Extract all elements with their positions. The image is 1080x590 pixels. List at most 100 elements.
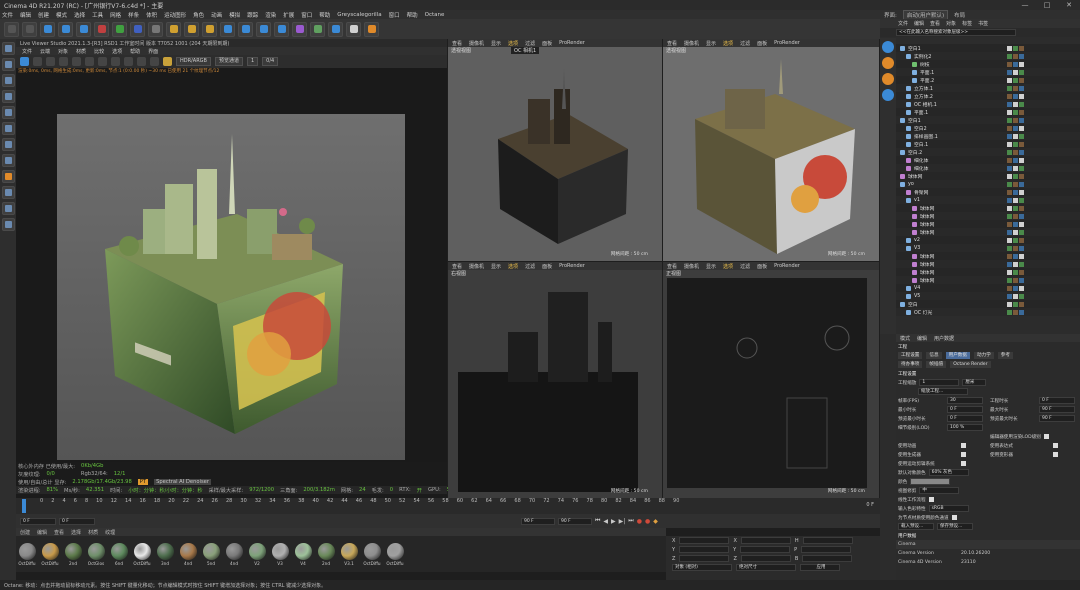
menu-item[interactable]: 窗口	[389, 11, 400, 19]
tag-icon[interactable]	[1007, 189, 1012, 195]
pen-icon[interactable]	[238, 21, 253, 37]
tag-icon[interactable]	[1013, 173, 1018, 179]
key-icon[interactable]: ◆	[653, 518, 658, 525]
tag-icon[interactable]	[1019, 117, 1024, 123]
axis-icon[interactable]	[1, 138, 15, 151]
tag-icon[interactable]	[1019, 45, 1024, 51]
material-swatch[interactable]: OctGlos	[87, 542, 105, 566]
tag-icon[interactable]	[1013, 237, 1018, 243]
viewport-menu-item[interactable]: 面板	[542, 40, 552, 47]
live-viewer-menu-item[interactable]: 材质	[76, 48, 86, 55]
attribute-tab[interactable]: 信息	[926, 352, 942, 359]
object-manager-tab[interactable]: 对象	[946, 20, 956, 27]
menu-item[interactable]: 运动图形	[164, 11, 186, 19]
tag-icon[interactable]	[1007, 205, 1012, 211]
tag-icon[interactable]	[1019, 61, 1024, 67]
object-manager-tab[interactable]: 标签	[962, 20, 972, 27]
material-swatch[interactable]: 3nd	[156, 542, 174, 566]
clay-icon[interactable]	[137, 57, 146, 66]
cube-icon[interactable]	[220, 21, 235, 37]
checkbox[interactable]	[961, 452, 966, 457]
play-icon[interactable]: ▶	[611, 518, 616, 525]
tag-icon[interactable]	[1013, 213, 1018, 219]
object-row[interactable]: 球体网	[896, 228, 1080, 236]
viewport-menu-item[interactable]: 过滤	[740, 263, 750, 270]
focus-icon[interactable]	[98, 57, 107, 66]
menu-item[interactable]: 样条	[128, 11, 139, 19]
subdivision-icon[interactable]	[256, 21, 271, 37]
object-row[interactable]: 球体网	[896, 204, 1080, 212]
live-viewer-menu-item[interactable]: 对象	[58, 48, 68, 55]
material-swatch[interactable]: OctDiffu	[363, 542, 381, 566]
layout-extra[interactable]: 布局	[954, 11, 965, 19]
workplane-icon[interactable]	[1, 186, 15, 199]
deformer-icon[interactable]	[292, 21, 307, 37]
object-row[interactable]: 球体网	[896, 268, 1080, 276]
tag-icon[interactable]	[1019, 53, 1024, 59]
coord-field[interactable]	[679, 537, 730, 544]
tag-icon[interactable]	[1007, 53, 1012, 59]
tag-icon[interactable]	[1013, 197, 1018, 203]
object-row[interactable]: 空白.2	[896, 148, 1080, 156]
tag-icon[interactable]	[1019, 141, 1024, 147]
view-clip-dropdown[interactable]: 中	[919, 487, 960, 494]
tag-icon[interactable]	[1007, 229, 1012, 235]
param-field[interactable]: 100 %	[947, 424, 983, 431]
object-row[interactable]: 空白	[896, 300, 1080, 308]
menu-item[interactable]: 网格	[110, 11, 121, 19]
viewport-menu-item[interactable]: 过滤	[525, 40, 535, 47]
coord-field[interactable]	[740, 555, 791, 562]
layout-dropdown[interactable]: 启动(用户默认)	[902, 9, 949, 20]
object-search-input[interactable]: <<在此输入名称搜索对象层级>>	[896, 29, 1016, 36]
coord-field[interactable]	[801, 546, 852, 553]
tag-icon[interactable]	[1013, 205, 1018, 211]
material-swatch[interactable]: 6nd	[110, 542, 128, 566]
timeline-ruler[interactable]: 0 2 4 6 8 10 12 14 16 18 20 22 24 26 28 30 32 34 36 38 40 42 4…	[16, 498, 880, 514]
object-row[interactable]: 细化体	[896, 164, 1080, 172]
object-row[interactable]: 立方体.1	[896, 84, 1080, 92]
coord-field[interactable]	[740, 546, 791, 553]
tag-icon[interactable]	[1013, 229, 1018, 235]
menu-item[interactable]: 模式	[56, 11, 67, 19]
material-swatch[interactable]: OctDiffu	[18, 542, 36, 566]
viewport-menu-item[interactable]: 面板	[757, 40, 767, 47]
attribute-tab[interactable]: 参考	[997, 352, 1013, 359]
viewport-menu-item[interactable]: 摄像机	[684, 263, 699, 270]
menu-item[interactable]: 创建	[38, 11, 49, 19]
render-pause-icon[interactable]	[46, 57, 55, 66]
tag-icon[interactable]	[1007, 285, 1012, 291]
undo-icon[interactable]	[4, 21, 19, 37]
tag-icon[interactable]	[1007, 301, 1012, 307]
object-row[interactable]: 球体网	[896, 220, 1080, 228]
object-row[interactable]: 骨架网	[896, 188, 1080, 196]
polygons-icon[interactable]	[1, 90, 15, 103]
tag-icon[interactable]	[1019, 261, 1024, 267]
tag-icon[interactable]	[1013, 133, 1018, 139]
object-row[interactable]: 实例化2	[896, 52, 1080, 60]
menu-item[interactable]: 窗口	[301, 11, 312, 19]
render-restart-icon[interactable]	[33, 57, 42, 66]
tag-icon[interactable]	[1019, 293, 1024, 299]
rotate-icon[interactable]	[76, 21, 91, 37]
material-swatch[interactable]: OctDiffu	[133, 542, 151, 566]
tag-icon[interactable]	[1013, 45, 1018, 51]
object-row[interactable]: 空白1	[896, 44, 1080, 52]
viewport-menu-item[interactable]: 显示	[491, 40, 501, 47]
viewport-menu-item[interactable]: ProRender	[559, 40, 585, 46]
tag-icon[interactable]	[1007, 309, 1012, 315]
param-field[interactable]: 30	[947, 397, 983, 404]
tag-icon[interactable]	[1019, 213, 1024, 219]
attribute-menu-item[interactable]: 模式	[900, 335, 910, 342]
lod-checkbox[interactable]	[1043, 434, 1049, 439]
film-region-icon[interactable]	[124, 57, 133, 66]
param-field[interactable]: 0 F	[947, 406, 983, 413]
object-row[interactable]: 空白1	[896, 116, 1080, 124]
snap-icon[interactable]	[1, 154, 15, 167]
render-start-icon[interactable]	[20, 57, 29, 66]
coord-field[interactable]	[802, 555, 853, 562]
menu-item[interactable]: 动画	[211, 11, 222, 19]
tag-icon[interactable]	[1013, 101, 1018, 107]
tag-icon[interactable]	[1007, 69, 1012, 75]
tag-icon[interactable]	[1013, 125, 1018, 131]
object-row[interactable]: v2	[896, 236, 1080, 244]
